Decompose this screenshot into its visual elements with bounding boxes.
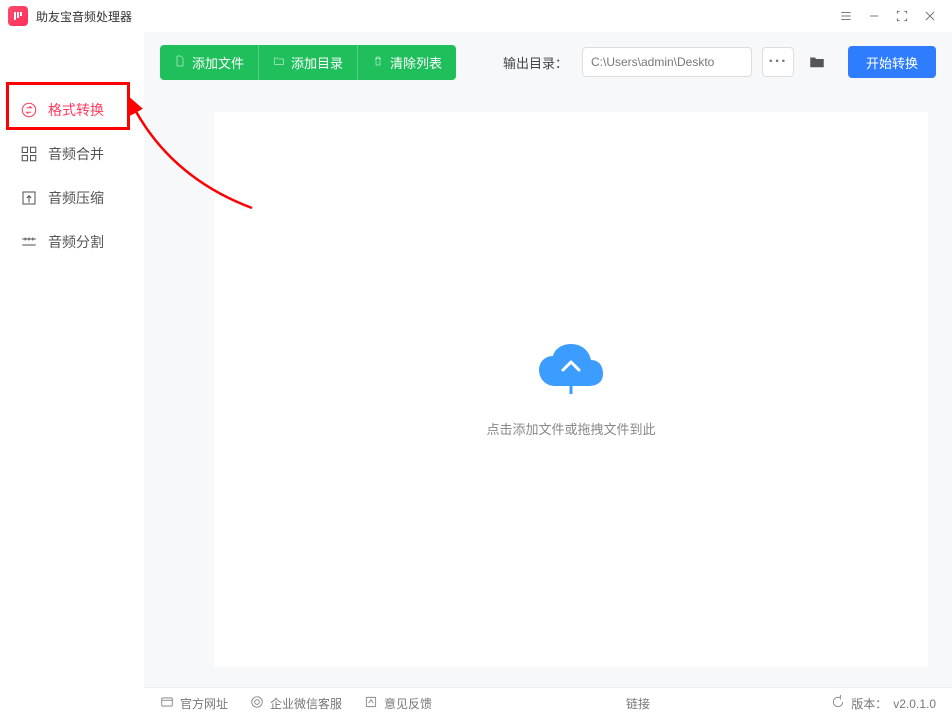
sidebar-item-audio-split[interactable]: 音频分割	[0, 220, 144, 264]
sidebar-item-audio-compress[interactable]: 音频压缩	[0, 176, 144, 220]
sidebar-label: 音频压缩	[48, 188, 104, 208]
add-folder-button[interactable]: 添加目录	[258, 45, 357, 80]
footer: 官方网址 企业微信客服 意见反馈 链接 版本： v2.0.1.0	[144, 687, 952, 719]
footer-label: 链接	[626, 695, 650, 712]
feedback-link[interactable]: 意见反馈	[364, 695, 432, 712]
official-site-link[interactable]: 官方网址	[160, 695, 228, 712]
footer-label: 企业微信客服	[270, 695, 342, 712]
feedback-icon	[364, 695, 378, 712]
link-label: 链接	[626, 695, 650, 712]
hamburger-icon	[839, 9, 853, 23]
maximize-icon	[895, 9, 909, 23]
refresh-icon	[831, 695, 845, 712]
folder-icon	[273, 55, 285, 70]
trash-icon	[372, 55, 384, 70]
version-label: 版本：	[851, 695, 887, 712]
clear-list-button[interactable]: 清除列表	[357, 45, 456, 80]
start-convert-button[interactable]: 开始转换	[848, 46, 936, 78]
website-icon	[160, 695, 174, 712]
output-more-button[interactable]: ···	[762, 47, 794, 77]
dropzone[interactable]: 点击添加文件或拖拽文件到此	[214, 112, 928, 667]
minimize-button[interactable]	[860, 2, 888, 30]
sidebar: 格式转换 音频合并 音频压缩 音频分割	[0, 32, 144, 687]
add-file-button[interactable]: 添加文件	[160, 45, 258, 80]
file-icon	[174, 55, 186, 70]
compress-icon	[20, 189, 38, 207]
titlebar: 助友宝音频处理器	[0, 0, 952, 32]
sidebar-item-audio-merge[interactable]: 音频合并	[0, 132, 144, 176]
sidebar-label: 格式转换	[48, 100, 104, 120]
cloud-upload-icon	[535, 342, 607, 403]
minimize-icon	[867, 9, 881, 23]
main-area: 添加文件 添加目录 清除列表 输出目录： C:\Users\admin\Desk…	[144, 32, 952, 687]
output-dir-label: 输出目录：	[503, 53, 568, 72]
btn-label: 清除列表	[390, 53, 442, 72]
wechat-support-link[interactable]: 企业微信客服	[250, 695, 342, 712]
split-icon	[20, 233, 38, 251]
sidebar-item-format-convert[interactable]: 格式转换	[0, 88, 144, 132]
open-folder-button[interactable]	[804, 47, 830, 77]
footer-label: 意见反馈	[384, 695, 432, 712]
merge-icon	[20, 145, 38, 163]
content-area: 点击添加文件或拖拽文件到此	[144, 92, 952, 687]
support-icon	[250, 695, 264, 712]
btn-label: 添加文件	[192, 53, 244, 72]
version-info[interactable]: 版本： v2.0.1.0	[831, 695, 936, 712]
app-logo-icon	[8, 6, 28, 26]
version-value: v2.0.1.0	[893, 697, 936, 711]
toolbar: 添加文件 添加目录 清除列表 输出目录： C:\Users\admin\Desk…	[144, 32, 952, 92]
close-button[interactable]	[916, 2, 944, 30]
folder-open-icon	[808, 53, 826, 71]
sidebar-label: 音频分割	[48, 232, 104, 252]
close-icon	[923, 9, 937, 23]
app-title: 助友宝音频处理器	[36, 8, 132, 25]
btn-label: 添加目录	[291, 53, 343, 72]
footer-label: 官方网址	[180, 695, 228, 712]
maximize-button[interactable]	[888, 2, 916, 30]
dropzone-text: 点击添加文件或拖拽文件到此	[486, 419, 655, 438]
file-action-group: 添加文件 添加目录 清除列表	[160, 45, 456, 80]
convert-icon	[20, 101, 38, 119]
sidebar-label: 音频合并	[48, 144, 104, 164]
menu-button[interactable]	[832, 2, 860, 30]
output-dir-path[interactable]: C:\Users\admin\Deskto	[582, 47, 752, 77]
